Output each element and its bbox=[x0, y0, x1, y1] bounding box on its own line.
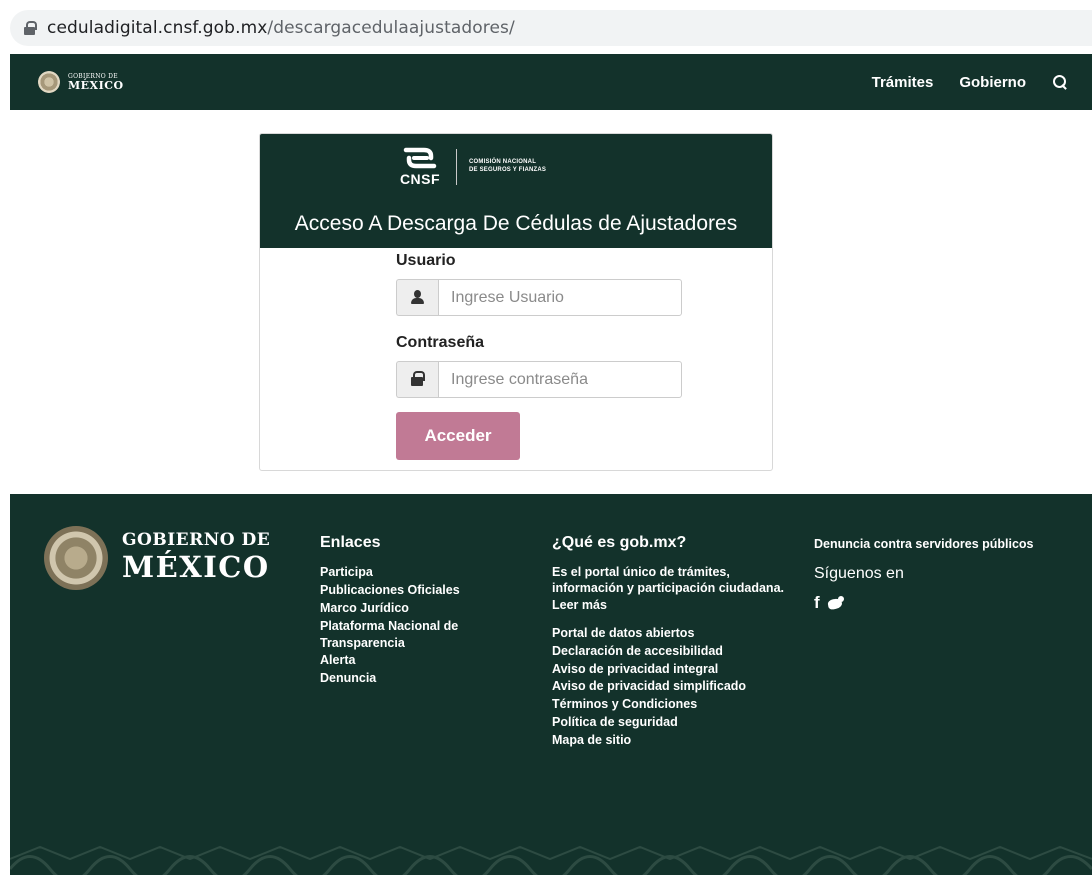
user-label: Usuario bbox=[396, 252, 456, 269]
national-seal-icon bbox=[38, 71, 60, 93]
nav-link-tramites[interactable]: Trámites bbox=[872, 74, 934, 91]
social-links: f bbox=[814, 593, 1092, 613]
footer-link-privacidad-integral[interactable]: Aviso de privacidad integral bbox=[552, 661, 792, 678]
search-icon[interactable] bbox=[1052, 74, 1068, 90]
footer-logo-small: GOBIERNO DE bbox=[122, 530, 271, 550]
footer-pattern bbox=[10, 845, 1092, 875]
login-card: CNSF COMISIÓN NACIONAL DE SEGUROS Y FIAN… bbox=[259, 133, 773, 471]
user-addon bbox=[396, 279, 438, 316]
user-input-group bbox=[396, 279, 682, 316]
national-seal-icon bbox=[44, 526, 108, 590]
footer-link-transparencia[interactable]: Plataforma Nacional de Transparencia bbox=[320, 618, 500, 652]
footer-about-column: ¿Qué es gob.mx? Es el portal único de tr… bbox=[552, 534, 792, 750]
username-input[interactable] bbox=[438, 279, 682, 316]
gobierno-logo-link[interactable]: GOBIERNO DE MÉXICO bbox=[38, 71, 124, 93]
footer-link-alerta[interactable]: Alerta bbox=[320, 652, 500, 669]
card-title: Acceso A Descarga De Cédulas de Ajustado… bbox=[294, 212, 738, 235]
footer-link-seguridad[interactable]: Política de seguridad bbox=[552, 714, 792, 731]
url-path: /descargacedulaajustadores/ bbox=[267, 18, 515, 38]
nav-link-gobierno[interactable]: Gobierno bbox=[959, 74, 1026, 91]
footer-link-participa[interactable]: Participa bbox=[320, 564, 500, 581]
footer-link-mapa-sitio[interactable]: Mapa de sitio bbox=[552, 732, 792, 749]
follow-title: Síguenos en bbox=[814, 564, 904, 582]
url-domain: ceduladigital.cnsf.gob.mx bbox=[47, 18, 268, 38]
footer-logo[interactable]: GOBIERNO DE MÉXICO bbox=[44, 526, 270, 590]
brand-name-line2: DE SEGUROS Y FIANZAS bbox=[469, 166, 547, 173]
brand-name-line1: COMISIÓN NACIONAL bbox=[469, 159, 537, 166]
footer-logo-big: MÉXICO bbox=[122, 550, 270, 584]
footer-logo-text: GOBIERNO DE MÉXICO bbox=[122, 526, 270, 582]
password-label: Contraseña bbox=[396, 334, 485, 351]
user-icon bbox=[411, 290, 424, 305]
cnsf-abbr: CNSF bbox=[399, 171, 441, 187]
lock-icon[interactable] bbox=[24, 21, 37, 35]
about-title: ¿Qué es gob.mx? bbox=[552, 534, 687, 551]
address-bar[interactable]: ceduladigital.cnsf.gob.mx/descargacedula… bbox=[10, 10, 1092, 46]
footer-link-denuncia[interactable]: Denuncia bbox=[320, 670, 500, 687]
brand-divider bbox=[456, 148, 457, 185]
footer: GOBIERNO DE MÉXICO Enlaces Participa Pub… bbox=[10, 494, 1092, 875]
footer-link-terminos[interactable]: Términos y Condiciones bbox=[552, 696, 792, 713]
cnsf-logo: CNSF bbox=[390, 146, 450, 187]
gobierno-logo-text: GOBIERNO DE MÉXICO bbox=[68, 73, 124, 92]
password-addon bbox=[396, 361, 438, 398]
password-input-group bbox=[396, 361, 682, 398]
facebook-icon[interactable]: f bbox=[814, 593, 820, 613]
login-form: Usuario Contraseña Acceder bbox=[396, 250, 686, 460]
lock-icon bbox=[411, 371, 425, 387]
footer-links-column: Enlaces Participa Publicaciones Oficiale… bbox=[320, 534, 500, 688]
footer-link-accesibilidad[interactable]: Declaración de accesibilidad bbox=[552, 643, 792, 660]
cnsf-brand: CNSF COMISIÓN NACIONAL DE SEGUROS Y FIAN… bbox=[390, 146, 546, 187]
cnsf-logo-icon bbox=[403, 147, 437, 169]
footer-link-privacidad-simplificado[interactable]: Aviso de privacidad simplificado bbox=[552, 678, 792, 695]
footer-social-column: Denuncia contra servidores públicos Sígu… bbox=[814, 536, 1092, 613]
twitter-icon[interactable] bbox=[826, 595, 844, 610]
footer-link-datos-abiertos[interactable]: Portal de datos abiertos bbox=[552, 625, 792, 642]
top-navbar: GOBIERNO DE MÉXICO Trámites Gobierno bbox=[10, 54, 1092, 110]
logo-big-text: MÉXICO bbox=[68, 78, 124, 92]
card-header: CNSF COMISIÓN NACIONAL DE SEGUROS Y FIAN… bbox=[260, 134, 772, 248]
brand-name: COMISIÓN NACIONAL DE SEGUROS Y FIANZAS bbox=[469, 159, 546, 173]
about-text[interactable]: Es el portal único de trámites, informac… bbox=[552, 564, 792, 613]
footer-link-publicaciones[interactable]: Publicaciones Oficiales bbox=[320, 582, 500, 599]
password-input[interactable] bbox=[438, 361, 682, 398]
url-text[interactable]: ceduladigital.cnsf.gob.mx/descargacedula… bbox=[47, 18, 515, 38]
footer-link-marco-juridico[interactable]: Marco Jurídico bbox=[320, 600, 500, 617]
nav-links: Trámites Gobierno bbox=[846, 74, 1068, 91]
links-title: Enlaces bbox=[320, 534, 381, 551]
acceder-button[interactable]: Acceder bbox=[396, 412, 520, 460]
footer-link-denuncia-servidores[interactable]: Denuncia contra servidores públicos bbox=[814, 536, 1092, 553]
